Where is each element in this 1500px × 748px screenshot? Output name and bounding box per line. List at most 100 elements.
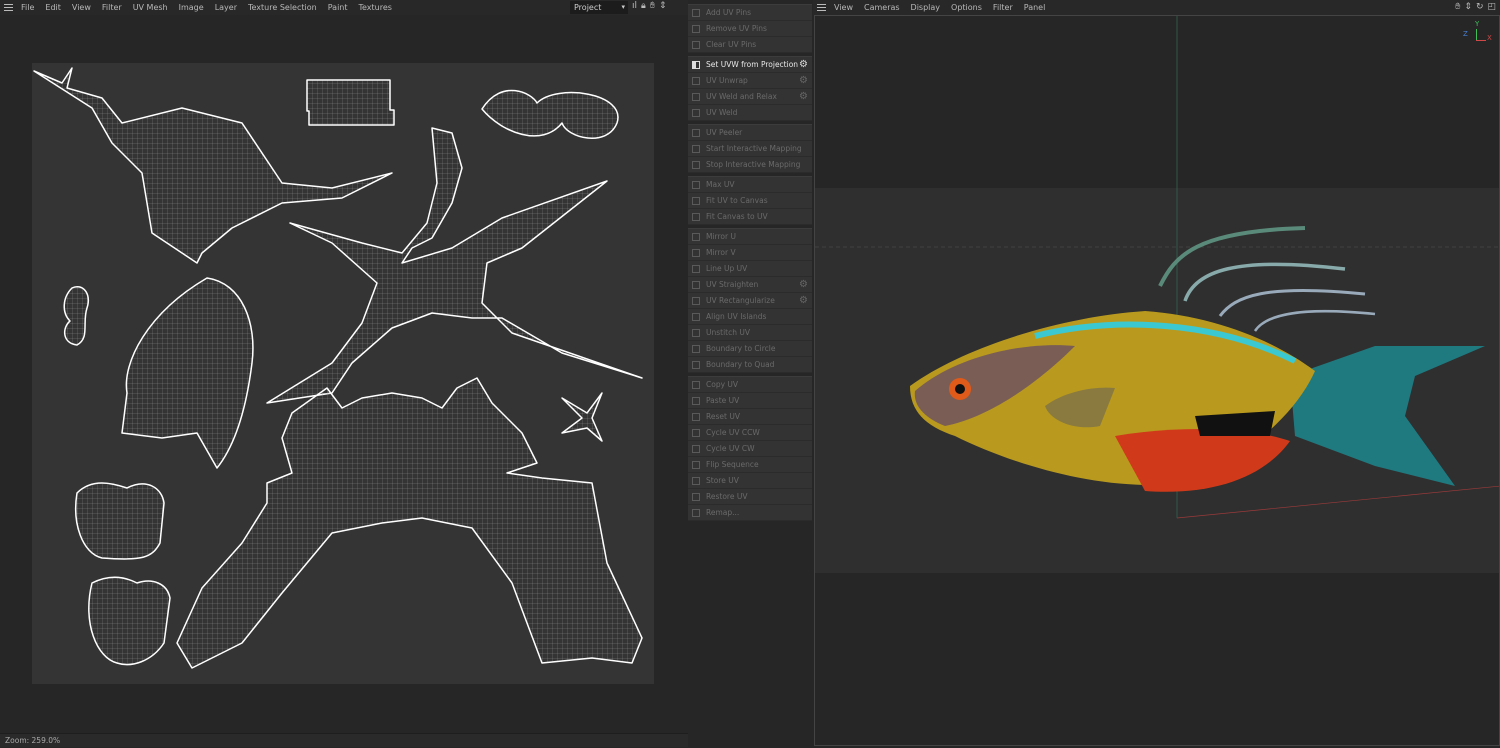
command-boundary-to-quad[interactable]: Boundary to Quad (688, 357, 812, 373)
command-max-uv[interactable]: Max UV (688, 177, 812, 193)
mirror-v-label: Mirror V (706, 248, 736, 257)
command-restore-uv[interactable]: Restore UV (688, 489, 812, 505)
copy-uv-label: Copy UV (706, 380, 739, 389)
viewport-menu-panel[interactable]: Panel (1024, 3, 1046, 12)
reset-uv-label: Reset UV (706, 412, 740, 421)
uv-canvas[interactable] (32, 63, 654, 684)
menu-textures[interactable]: Textures (359, 3, 392, 12)
boundary-to-circle-icon (692, 344, 700, 353)
fit-uv-to-canvas-label: Fit UV to Canvas (706, 196, 768, 205)
menu-view[interactable]: View (72, 3, 91, 12)
menu-texture-selection[interactable]: Texture Selection (248, 3, 317, 12)
axis-x-label: X (1487, 34, 1492, 42)
menu-paint[interactable]: Paint (328, 3, 348, 12)
gear-icon[interactable]: ⚙ (799, 75, 808, 86)
command-unstitch-uv[interactable]: Unstitch UV (688, 325, 812, 341)
clear-uv-pins-label: Clear UV Pins (706, 40, 757, 49)
command-start-interactive-mapping[interactable]: Start Interactive Mapping (688, 141, 812, 157)
mirror-u-icon (692, 232, 700, 241)
command-group: UV Peeler Start Interactive Mapping Stop I… (688, 124, 812, 173)
command-cycle-uv-ccw[interactable]: Cycle UV CCW (688, 425, 812, 441)
command-reset-uv[interactable]: Reset UV (688, 409, 812, 425)
command-set-uvw-from-projection[interactable]: Set UVW from Projection ⚙ (688, 57, 812, 73)
menu-filter[interactable]: Filter (102, 3, 122, 12)
command-mirror-u[interactable]: Mirror U (688, 229, 812, 245)
menu-image[interactable]: Image (179, 3, 204, 12)
3d-viewport[interactable]: Y Z X (814, 15, 1500, 746)
command-align-uv-islands[interactable]: Align UV Islands (688, 309, 812, 325)
axis-gizmo: Y Z X (1463, 20, 1493, 46)
axis-z-label: Z (1463, 30, 1468, 38)
remove-uv-pins-icon (692, 24, 700, 33)
menu-uv-mesh[interactable]: UV Mesh (133, 3, 168, 12)
fit-canvas-to-uv-label: Fit Canvas to UV (706, 212, 768, 221)
max-uv-icon (692, 180, 700, 189)
command-cycle-uv-cw[interactable]: Cycle UV CW (688, 441, 812, 457)
menu-edit[interactable]: Edit (45, 3, 61, 12)
maximize-icon[interactable]: ◰ (1487, 2, 1496, 12)
command-flip-sequence[interactable]: Flip Sequence (688, 457, 812, 473)
command-remove-uv-pins[interactable]: Remove UV Pins (688, 21, 812, 37)
unstitch-uv-label: Unstitch UV (706, 328, 750, 337)
command-uv-straighten[interactable]: UV Straighten ⚙ (688, 277, 812, 293)
command-paste-uv[interactable]: Paste UV (688, 393, 812, 409)
viewport-menu-filter[interactable]: Filter (993, 3, 1013, 12)
zoom-status: Zoom: 259.0% (0, 733, 688, 747)
command-uv-unwrap[interactable]: UV Unwrap ⚙ (688, 73, 812, 89)
start-interactive-mapping-icon (692, 144, 700, 153)
hand-icon[interactable]: ✋︎ (650, 1, 655, 11)
command-uv-weld[interactable]: UV Weld (688, 105, 812, 121)
project-select[interactable]: Project (570, 1, 628, 14)
move-icon[interactable]: ⇕ (1464, 2, 1472, 12)
command-line-up-uv[interactable]: Line Up UV (688, 261, 812, 277)
lock-icon[interactable]: 🔒︎ (641, 1, 646, 11)
viewport-menu-display[interactable]: Display (911, 3, 941, 12)
command-fit-uv-to-canvas[interactable]: Fit UV to Canvas (688, 193, 812, 209)
viewport-menu-options[interactable]: Options (951, 3, 982, 12)
menu-file[interactable]: File (21, 3, 34, 12)
flip-sequence-label: Flip Sequence (706, 460, 759, 469)
command-store-uv[interactable]: Store UV (688, 473, 812, 489)
boundary-to-circle-label: Boundary to Circle (706, 344, 776, 353)
command-group: Set UVW from Projection ⚙ UV Unwrap ⚙ UV Wel… (688, 56, 812, 121)
fish-model (910, 226, 1485, 492)
unstitch-uv-icon (692, 328, 700, 337)
command-mirror-v[interactable]: Mirror V (688, 245, 812, 261)
gear-icon[interactable]: ⚙ (799, 91, 808, 102)
cycle-uv-ccw-icon (692, 428, 700, 437)
gear-icon[interactable]: ⚙ (799, 295, 808, 306)
fit-uv-to-canvas-icon (692, 196, 700, 205)
command-group: Mirror U Mirror V Line Up UV UV Straighten ⚙… (688, 228, 812, 373)
gear-icon[interactable]: ⚙ (799, 59, 808, 70)
command-add-uv-pins[interactable]: Add UV Pins (688, 5, 812, 21)
rotate-icon[interactable]: ↻ (1476, 2, 1484, 12)
hamburger-menu-icon[interactable] (817, 4, 826, 11)
line-up-uv-icon (692, 264, 700, 273)
histogram-icon[interactable]: ıl (632, 1, 637, 11)
command-boundary-to-circle[interactable]: Boundary to Circle (688, 341, 812, 357)
command-clear-uv-pins[interactable]: Clear UV Pins (688, 37, 812, 53)
uv-peeler-label: UV Peeler (706, 128, 743, 137)
flip-sequence-icon (692, 460, 700, 469)
restore-uv-icon (692, 492, 700, 501)
command-copy-uv[interactable]: Copy UV (688, 377, 812, 393)
move-icon[interactable]: ⇕ (659, 1, 667, 11)
command-uv-weld-and-relax[interactable]: UV Weld and Relax ⚙ (688, 89, 812, 105)
hand-icon[interactable]: ✋︎ (1455, 2, 1460, 12)
viewport-menu-cameras[interactable]: Cameras (864, 3, 900, 12)
remap-label: Remap... (706, 508, 740, 517)
cycle-uv-cw-icon (692, 444, 700, 453)
boundary-to-quad-label: Boundary to Quad (706, 360, 775, 369)
command-remap[interactable]: Remap... (688, 505, 812, 521)
viewport-menu-view[interactable]: View (834, 3, 853, 12)
hamburger-menu-icon[interactable] (4, 4, 13, 11)
3d-viewport-panel: View Cameras Display Options Filter Panel ✋︎ … (813, 0, 1500, 747)
command-fit-canvas-to-uv[interactable]: Fit Canvas to UV (688, 209, 812, 225)
uv-island-fins (266, 127, 643, 404)
menu-layer[interactable]: Layer (215, 3, 237, 12)
gear-icon[interactable]: ⚙ (799, 279, 808, 290)
command-uv-rectangularize[interactable]: UV Rectangularize ⚙ (688, 293, 812, 309)
command-uv-peeler[interactable]: UV Peeler (688, 125, 812, 141)
command-stop-interactive-mapping[interactable]: Stop Interactive Mapping (688, 157, 812, 173)
paste-uv-icon (692, 396, 700, 405)
